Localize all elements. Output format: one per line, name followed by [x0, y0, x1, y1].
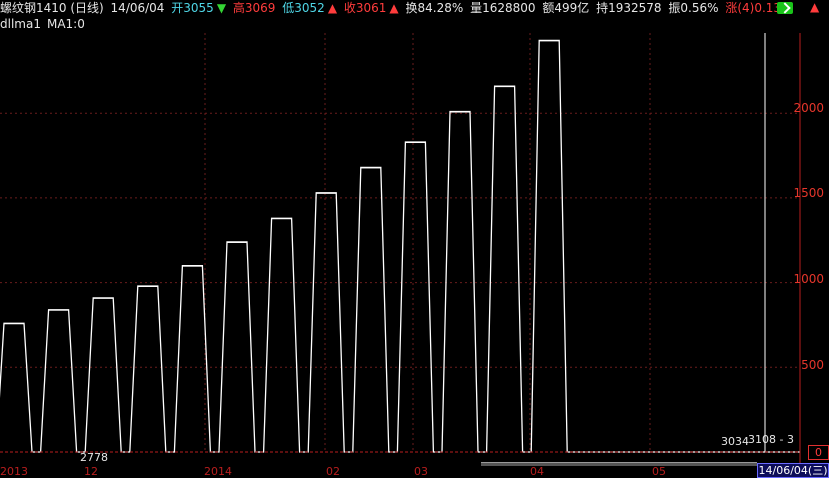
x-tick-label: 2014 — [204, 465, 232, 478]
series-point — [271, 218, 292, 220]
series-point — [4, 323, 24, 325]
series-point — [360, 167, 381, 169]
volume: 量1628800 — [470, 1, 536, 15]
close-value: 收3061 — [343, 1, 387, 15]
series-point — [494, 86, 515, 88]
quote-info-bar: 螺纹钢1410 (日线) 14/06/04 开3055 ▼ 高3069 低3052… — [0, 0, 795, 16]
x-tick-label: 2013 — [0, 465, 28, 478]
instrument-title: 螺纹钢1410 (日线) — [0, 1, 104, 15]
x-tick-label: 02 — [326, 465, 340, 478]
right-price-annotation-a: 3034 — [721, 435, 749, 448]
low-value: 低3052 — [282, 1, 325, 15]
series-point — [182, 265, 203, 267]
y-tick-label: 1000 — [793, 272, 824, 286]
close-arrow-icon: ▲ — [389, 1, 399, 15]
amount: 额499亿 — [542, 1, 590, 15]
open-arrow-icon: ▼ — [216, 1, 227, 15]
y-tick-label: 1500 — [793, 186, 824, 200]
expand-icon[interactable] — [777, 2, 793, 14]
dllma-series-line — [0, 39, 800, 453]
series-point — [48, 309, 69, 311]
series-point — [227, 241, 247, 243]
open-interest: 持1932578 — [596, 1, 662, 15]
indicator-chart[interactable] — [0, 0, 829, 476]
y-tick-label: 2000 — [793, 101, 824, 115]
x-tick-label: 05 — [652, 465, 666, 478]
series-point — [316, 192, 337, 194]
close-price: 收3061 ▲ — [344, 1, 399, 15]
series-point — [405, 142, 426, 144]
low-arrow-icon: ▲ — [327, 1, 338, 15]
x-tick-label: 04 — [530, 465, 544, 478]
cursor-value-box: 0 — [808, 445, 829, 460]
left-price-annotation: 2778 — [80, 451, 108, 464]
range-scrollbar[interactable] — [481, 462, 757, 466]
low-price: 低3052 ▲ — [282, 1, 337, 15]
y-tick-label: 500 — [801, 358, 824, 372]
series-point — [450, 111, 470, 113]
up-arrow-icon[interactable]: ▲ — [810, 0, 819, 14]
indicator-name: dllma1 — [0, 17, 41, 31]
ma-value: MA1:0 — [46, 17, 85, 31]
series-point — [137, 286, 158, 287]
quote-date: 14/06/04 — [110, 1, 165, 15]
amplitude: 振0.56% — [668, 1, 719, 15]
x-tick-label: 03 — [414, 465, 428, 478]
high-price: 高3069 — [232, 1, 276, 15]
turnover-rate: 换84.28% — [405, 1, 464, 15]
open-price: 开3055 ▼ — [171, 1, 226, 15]
indicator-legend: dllma1 MA1:0 — [0, 16, 91, 32]
series-point — [93, 297, 114, 299]
right-price-annotation-b: 3108 - 3 — [748, 433, 794, 446]
open-value: 开3055 — [171, 1, 214, 15]
x-tick-label: 12 — [84, 465, 98, 478]
series-point — [539, 40, 560, 42]
